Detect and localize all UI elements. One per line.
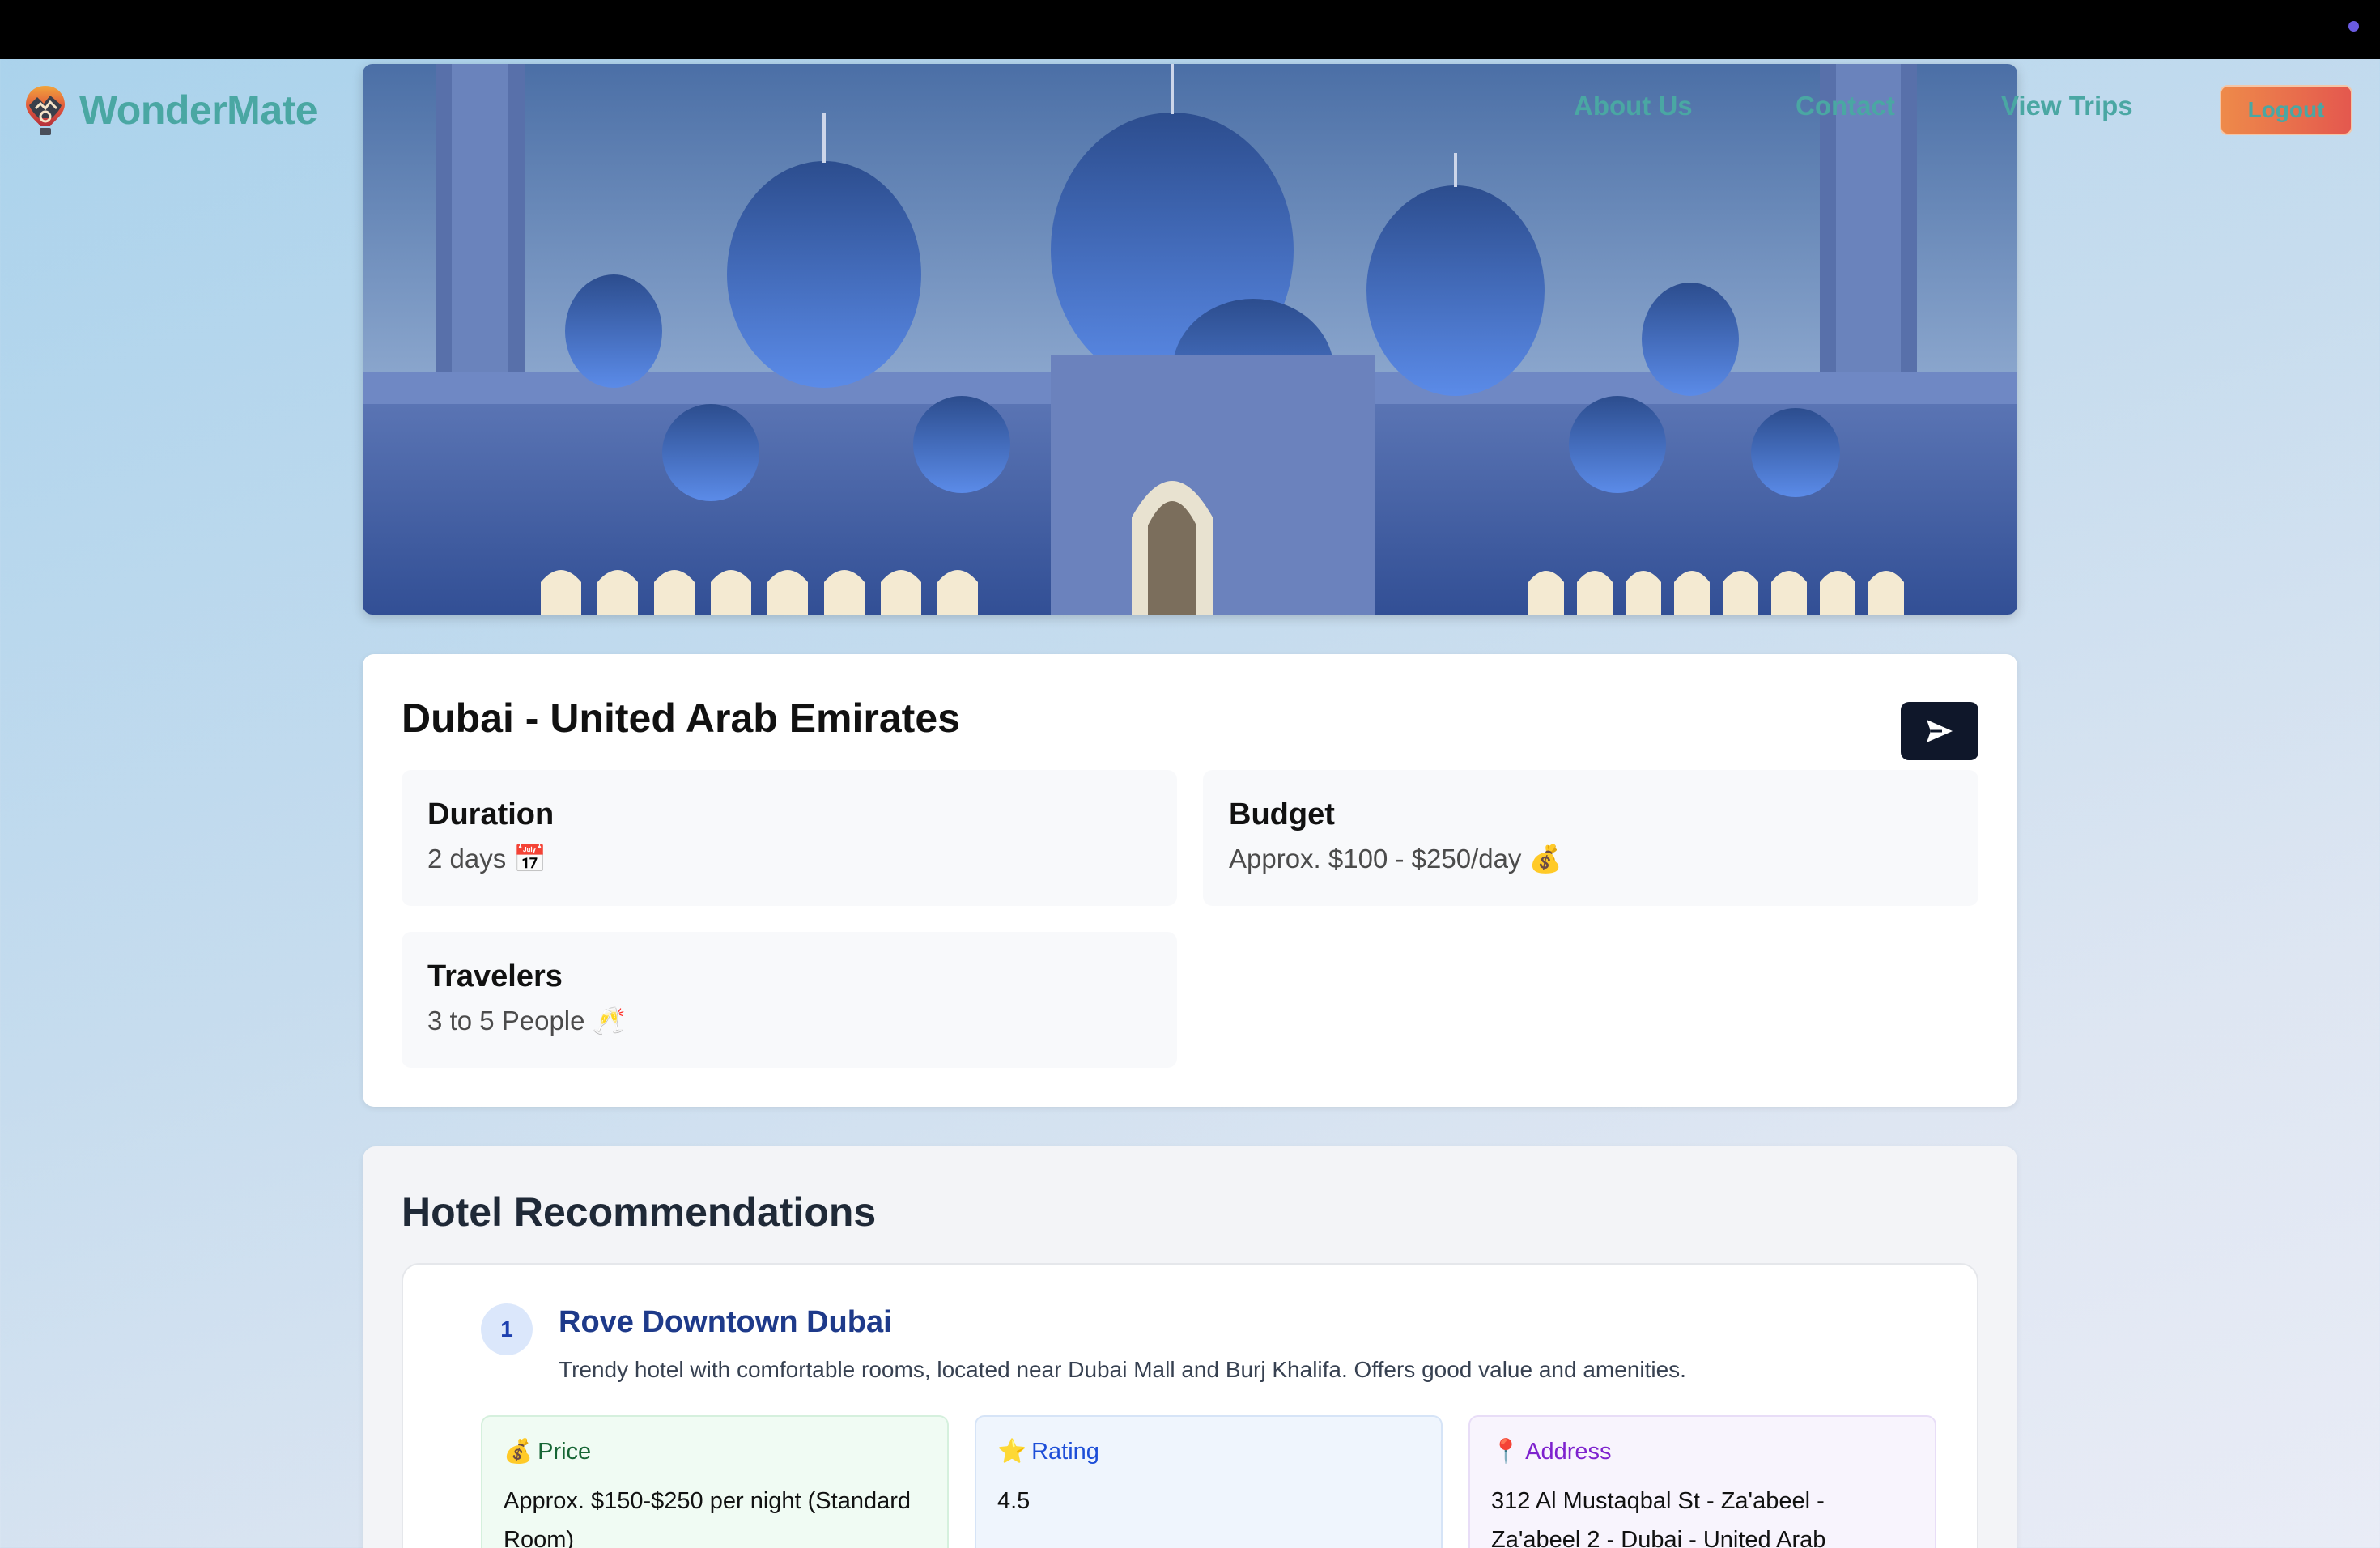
hotel-price-box: 💰 Price Approx. $150-$250 per night (Sta…	[481, 1415, 949, 1548]
duration-stat: Duration 2 days 📅	[402, 770, 1177, 906]
budget-value: Approx. $100 - $250/day 💰	[1229, 844, 1562, 874]
hero-image	[363, 64, 2017, 615]
hotel-address-box: 📍 Address 312 Al Mustaqbal St - Za'abeel…	[1468, 1415, 1936, 1548]
price-label: Price	[538, 1438, 592, 1465]
travelers-label: Travelers	[427, 959, 563, 993]
logout-button[interactable]: Logout	[2220, 85, 2352, 135]
status-dot	[2348, 21, 2359, 32]
share-button[interactable]	[1901, 702, 1978, 760]
budget-stat: Budget Approx. $100 - $250/day 💰	[1203, 770, 1978, 906]
duration-label: Duration	[427, 797, 555, 831]
hot-air-balloon-icon	[26, 86, 65, 135]
hotels-title: Hotel Recommendations	[402, 1189, 877, 1235]
price-value: Approx. $150-$250 per night (Standard Ro…	[504, 1488, 912, 1548]
hotel-name[interactable]: Rove Downtown Dubai	[559, 1305, 892, 1340]
nav-view-trips[interactable]: View Trips	[2001, 91, 2133, 121]
hotel-recommendations-section: Hotel Recommendations 1 Rove Downtown Du…	[363, 1146, 2017, 1548]
hotel-number-badge: 1	[481, 1303, 533, 1355]
top-bar	[0, 0, 2380, 59]
rating-value: 4.5	[997, 1488, 1031, 1514]
address-value: 312 Al Mustaqbal St - Za'abeel - Za'abee…	[1491, 1488, 1826, 1548]
travelers-value: 3 to 5 People 🥂	[427, 1006, 626, 1036]
nav-about-us[interactable]: About Us	[1574, 91, 1693, 121]
hotel-description: Trendy hotel with comfortable rooms, loc…	[559, 1357, 1686, 1382]
budget-label: Budget	[1229, 797, 1335, 831]
money-bag-icon: 💰	[504, 1439, 533, 1465]
travelers-stat: Travelers 3 to 5 People 🥂	[402, 932, 1177, 1068]
pin-icon: 📍	[1491, 1439, 1521, 1465]
trip-title: Dubai - United Arab Emirates	[402, 695, 960, 741]
duration-value: 2 days 📅	[427, 844, 547, 874]
hotel-rating-box: ⭐ Rating 4.5	[975, 1415, 1443, 1548]
brand-name: WonderMate	[79, 87, 318, 133]
nav-contact[interactable]: Contact	[1796, 91, 1895, 121]
trip-info-card: Dubai - United Arab Emirates Duration 2 …	[363, 654, 2017, 1107]
send-icon	[1927, 720, 1953, 742]
hotel-card[interactable]: 1 Rove Downtown Dubai Trendy hotel with …	[402, 1263, 1978, 1548]
address-label: Address	[1525, 1438, 1612, 1465]
mosque-illustration	[363, 64, 2017, 615]
star-icon: ⭐	[997, 1439, 1027, 1465]
brand-logo[interactable]: WonderMate	[24, 84, 318, 136]
rating-label: Rating	[1031, 1438, 1099, 1465]
